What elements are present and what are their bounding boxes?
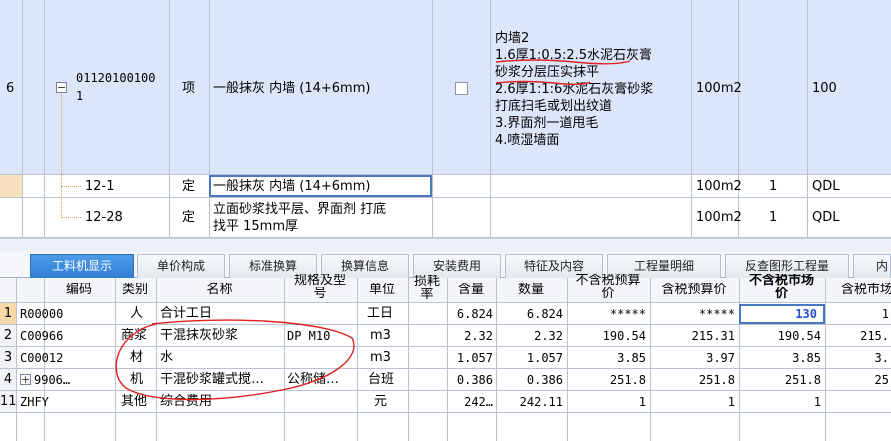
resource-inc-budget: 215.31 bbox=[691, 329, 735, 343]
resource-inc-budget: 3.97 bbox=[706, 351, 735, 365]
feature-line-5: 打底扫毛或划出纹道 bbox=[495, 99, 613, 114]
item-name[interactable]: 一般抹灰 内墙 (14+6mm) bbox=[213, 80, 370, 97]
feature-line-1: 内墙2 bbox=[495, 31, 530, 46]
sub-qty-2: 1 bbox=[769, 210, 778, 225]
resource-ex-market[interactable]: 251.8 bbox=[739, 370, 821, 390]
row-header-2[interactable]: 2 bbox=[0, 325, 16, 346]
resource-ex-market[interactable]: 1 bbox=[739, 392, 821, 412]
sub-code-2: 12-28 bbox=[85, 210, 123, 225]
item-type: 项 bbox=[182, 81, 196, 96]
item-grid: 6 01120100100 1 − 项 一般抹灰 内墙 (14+6mm) 内墙2… bbox=[0, 0, 891, 238]
feature-line-7: 4.喷湿墙面 bbox=[495, 133, 560, 148]
header-category[interactable]: 类别 bbox=[115, 283, 155, 297]
resource-ex-market[interactable]: 190.54 bbox=[739, 326, 821, 346]
pane-splitter[interactable] bbox=[0, 238, 891, 252]
tab-unit-price[interactable]: 单价构成 bbox=[137, 254, 225, 278]
ex-market-price-input[interactable]: 130 bbox=[739, 304, 825, 324]
item-checkbox[interactable] bbox=[455, 82, 468, 95]
selected-item-row[interactable] bbox=[0, 0, 891, 174]
expand-toggle[interactable]: + bbox=[20, 374, 31, 385]
resource-unit: 台班 bbox=[368, 372, 395, 387]
resource-quantity: 6.824 bbox=[526, 307, 563, 321]
resource-inc-market: 215. bbox=[860, 329, 889, 343]
collapse-toggle[interactable]: − bbox=[56, 82, 67, 93]
resource-ex-budget: 190.54 bbox=[602, 329, 646, 343]
resource-inc-budget: 1 bbox=[727, 395, 735, 409]
resource-quantity: 2.32 bbox=[534, 329, 563, 343]
header-inc-tax-market[interactable]: 含税市场 bbox=[825, 283, 891, 297]
sub-qty-1: 1 bbox=[769, 179, 778, 194]
sub-unit-1: 100m2 bbox=[696, 179, 742, 194]
resource-code: C00966 bbox=[20, 329, 64, 343]
header-ex-tax-market-cont: 价 bbox=[774, 287, 788, 301]
sub-name-2[interactable]: 立面砂浆找平层、界面剂 打底 bbox=[213, 201, 386, 218]
header-spec[interactable]: 规格及型 bbox=[284, 274, 356, 288]
resource-unit: m3 bbox=[370, 350, 391, 365]
resource-quantity: 1.057 bbox=[526, 351, 563, 365]
resource-content[interactable]: 2.32 bbox=[447, 326, 493, 346]
tab-labor-material-machine[interactable]: 工料机显示 bbox=[30, 254, 134, 278]
sub-type-2: 定 bbox=[182, 210, 196, 225]
sub-type-1: 定 bbox=[182, 179, 196, 194]
header-ex-tax-budget[interactable]: 不含税预算 bbox=[567, 274, 649, 288]
resource-inc-market: 3. bbox=[874, 351, 889, 365]
feature-line-6: 3.界面剂一道甩毛 bbox=[495, 116, 599, 131]
item-code-suffix: 1 bbox=[76, 89, 84, 103]
sub-name-1[interactable]: 一般抹灰 内墙 (14+6mm) bbox=[213, 178, 370, 195]
sub-code-1: 12-1 bbox=[85, 179, 115, 194]
header-content[interactable]: 含量 bbox=[447, 283, 495, 297]
header-code[interactable]: 编码 bbox=[44, 283, 114, 297]
resource-unit: 元 bbox=[374, 394, 388, 409]
header-spec-cont: 号 bbox=[313, 287, 327, 301]
header-loss-cont: 率 bbox=[420, 288, 434, 302]
resource-content[interactable]: 1.057 bbox=[447, 348, 493, 368]
resource-unit: m3 bbox=[370, 328, 391, 343]
resource-ex-market[interactable]: 3.85 bbox=[739, 348, 821, 368]
resource-ex-budget: ***** bbox=[609, 307, 646, 321]
header-unit[interactable]: 单位 bbox=[357, 283, 407, 297]
resource-inc-market: 1 bbox=[881, 307, 889, 321]
header-ex-tax-market[interactable]: 不含税市场 bbox=[739, 274, 824, 288]
resource-content[interactable]: 6.824 bbox=[447, 304, 493, 324]
header-loss[interactable]: 损耗 bbox=[408, 275, 446, 289]
resource-grid-header: 编码 类别 名称 规格及型 号 单位 损耗 率 含量 数量 不含税预算 价 含税… bbox=[0, 274, 891, 303]
row-header-4[interactable]: 4 bbox=[0, 369, 16, 390]
row-header-1[interactable]: 1 bbox=[0, 303, 16, 324]
row-header-11[interactable]: 11 bbox=[0, 391, 17, 412]
header-ex-tax-budget-cont: 价 bbox=[601, 287, 615, 301]
item-unit: 100m2 bbox=[696, 81, 742, 96]
row-header-3[interactable]: 3 bbox=[0, 347, 16, 368]
sub-name-2-cont: 找平 15mm厚 bbox=[213, 219, 299, 234]
resource-ex-budget: 3.85 bbox=[617, 351, 646, 365]
resource-quantity: 0.386 bbox=[526, 373, 563, 387]
row-index: 6 bbox=[6, 81, 15, 96]
row-marker bbox=[0, 175, 22, 197]
resource-code: 9906… bbox=[34, 373, 71, 387]
header-quantity[interactable]: 数量 bbox=[496, 283, 566, 297]
resource-code: R00000 bbox=[20, 307, 64, 321]
resource-code: ZHFY bbox=[20, 395, 49, 409]
red-underline-annotation bbox=[495, 59, 631, 85]
tab-content[interactable]: 内容 bbox=[853, 254, 891, 278]
sub-unit-2: 100m2 bbox=[696, 210, 742, 225]
sub-flag-2: QDL bbox=[812, 210, 840, 225]
resource-inc-market: 25 bbox=[874, 373, 889, 387]
item-code: 01120100100 bbox=[76, 71, 156, 85]
resource-inc-budget: ***** bbox=[698, 307, 735, 321]
resource-grid: 编码 类别 名称 规格及型 号 单位 损耗 率 含量 数量 不含税预算 价 含税… bbox=[0, 274, 891, 441]
resource-content[interactable]: 242… bbox=[447, 392, 493, 412]
red-circle-annotation bbox=[115, 319, 355, 401]
header-inc-tax-budget[interactable]: 含税预算价 bbox=[650, 283, 738, 297]
resource-ex-budget: 251.8 bbox=[609, 373, 646, 387]
resource-unit: 工日 bbox=[367, 306, 394, 321]
sub-flag-1: QDL bbox=[812, 179, 840, 194]
item-quantity[interactable]: 100 bbox=[812, 80, 837, 97]
resource-content[interactable]: 0.386 bbox=[447, 370, 493, 390]
resource-inc-budget: 251.8 bbox=[698, 373, 735, 387]
resource-ex-budget: 1 bbox=[638, 395, 646, 409]
header-name[interactable]: 名称 bbox=[156, 283, 283, 297]
resource-code: C00012 bbox=[20, 351, 64, 365]
resource-quantity: 242.11 bbox=[519, 395, 563, 409]
